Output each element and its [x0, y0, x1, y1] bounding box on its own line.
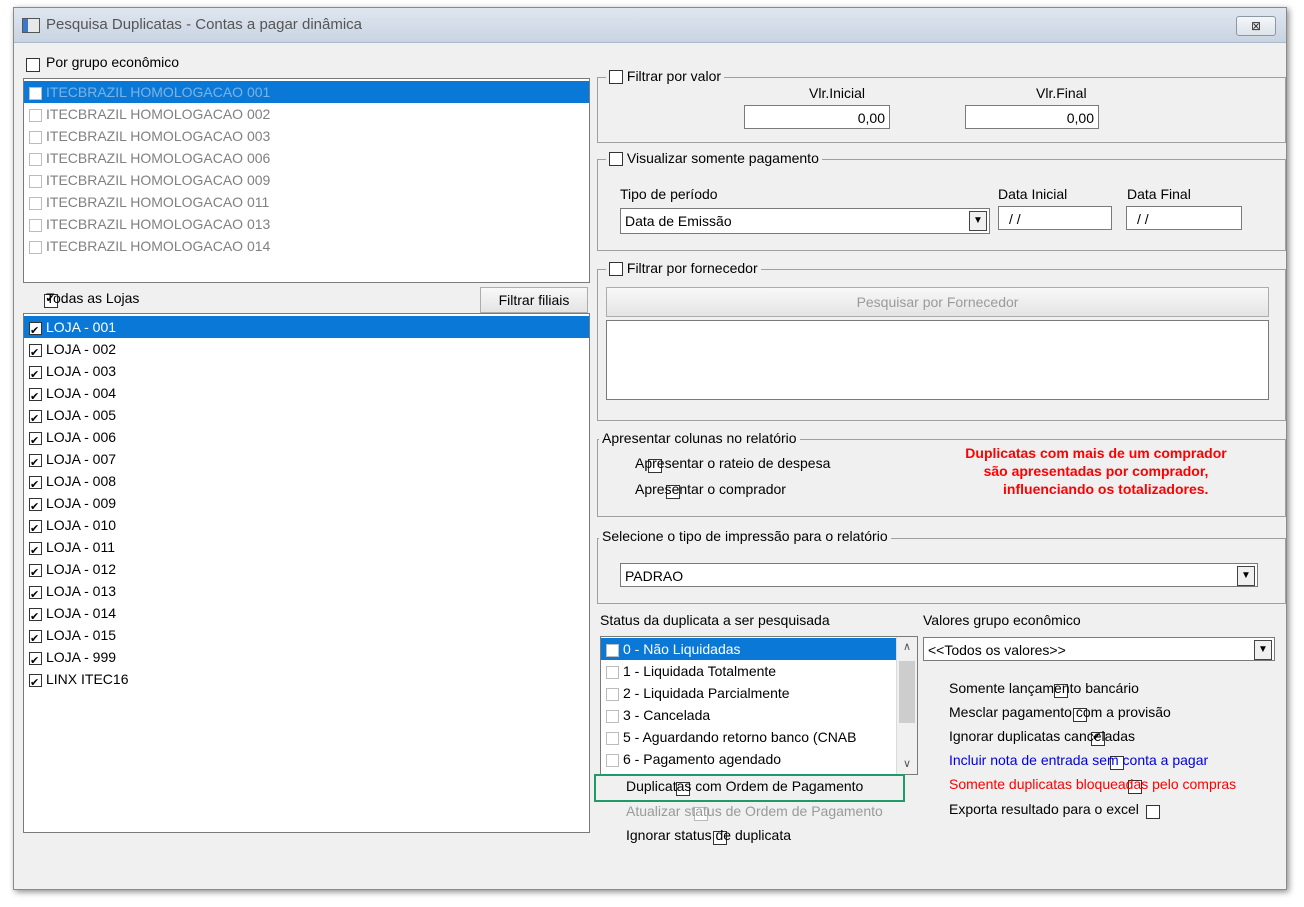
list-item[interactable]: LOJA - 011: [24, 536, 589, 562]
list-item[interactable]: LOJA - 013: [24, 580, 589, 606]
todas-lojas-label: Todas as Lojas: [46, 290, 140, 306]
scroll-down-icon[interactable]: ∨: [897, 754, 917, 774]
list-item[interactable]: 1 - Liquidada Totalmente: [601, 660, 896, 682]
data-final-input[interactable]: / /: [1126, 206, 1242, 230]
window-title: Pesquisa Duplicatas - Contas a pagar din…: [46, 16, 363, 33]
data-final-label: Data Final: [1127, 186, 1191, 202]
grupo-economico-checkbox[interactable]: [26, 58, 40, 72]
list-item[interactable]: 5 - Aguardando retorno banco (CNAB: [601, 726, 896, 748]
pagamento-legend: Visualizar somente pagamento: [606, 150, 822, 167]
list-item[interactable]: LOJA - 005: [24, 404, 589, 430]
lancamento-bancario-label: Somente lançamento bancário: [949, 680, 1139, 696]
list-item[interactable]: 2 - Liquidada Parcialmente: [601, 682, 896, 704]
list-item[interactable]: ITECBRAZIL HOMOLOGACAO 006: [24, 147, 589, 169]
status-list[interactable]: 0 - Não Liquidadas 1 - Liquidada Totalme…: [600, 636, 918, 775]
list-item[interactable]: ITECBRAZIL HOMOLOGACAO 002: [24, 103, 589, 125]
impressao-select[interactable]: PADRAO ▼: [620, 563, 1258, 587]
comprador-warning: Duplicatas com mais de um comprador são …: [965, 445, 1227, 497]
bloqueadas-compras-label: Somente duplicatas bloqueadas pelo compr…: [949, 776, 1237, 792]
list-item[interactable]: LOJA - 008: [24, 470, 589, 496]
ordem-pagamento-label: Duplicatas com Ordem de Pagamento: [626, 778, 864, 794]
list-item[interactable]: LOJA - 009: [24, 492, 589, 518]
ignorar-canceladas-label: Ignorar duplicatas canceladas: [949, 728, 1136, 744]
list-item[interactable]: LOJA - 002: [24, 338, 589, 364]
data-inicial-input[interactable]: / /: [998, 206, 1112, 230]
scroll-thumb[interactable]: [899, 661, 915, 723]
vlr-final-label: Vlr.Final: [1036, 85, 1087, 101]
list-item[interactable]: ITECBRAZIL HOMOLOGACAO 013: [24, 213, 589, 235]
list-item[interactable]: LINX ITEC16: [24, 668, 589, 694]
list-item[interactable]: ITECBRAZIL HOMOLOGACAO 003: [24, 125, 589, 147]
list-item[interactable]: LOJA - 012: [24, 558, 589, 584]
list-item[interactable]: LOJA - 004: [24, 382, 589, 408]
list-item[interactable]: LOJA - 007: [24, 448, 589, 474]
list-item[interactable]: ITECBRAZIL HOMOLOGACAO 001: [24, 81, 589, 103]
list-item[interactable]: LOJA - 014: [24, 602, 589, 628]
lojas-list[interactable]: LOJA - 001 LOJA - 002 LOJA - 003 LOJA - …: [23, 313, 590, 833]
exportar-excel-label: Exporta resultado para o excel: [949, 801, 1139, 817]
impressao-legend: Selecione o tipo de impressão para o rel…: [599, 528, 891, 544]
dropdown-arrow-icon[interactable]: ▼: [1254, 640, 1272, 660]
filtrar-valor-checkbox[interactable]: [609, 70, 623, 85]
filtrar-fornecedor-checkbox[interactable]: [609, 262, 623, 277]
fornecedor-list[interactable]: [606, 320, 1269, 400]
atualizar-status-label: Atualizar status de Ordem de Pagamento: [626, 803, 883, 819]
valores-grupo-select[interactable]: <<Todos os valores>> ▼: [923, 637, 1275, 661]
close-button[interactable]: ⊠: [1236, 16, 1276, 36]
list-item[interactable]: LOJA - 010: [24, 514, 589, 540]
apresentar-comprador-label: Apresentar o comprador: [635, 481, 786, 497]
main-window: Pesquisa Duplicatas - Contas a pagar din…: [13, 7, 1287, 890]
list-item[interactable]: ITECBRAZIL HOMOLOGACAO 011: [24, 191, 589, 213]
incluir-nota-label: Incluir nota de entrada sem conta a paga…: [949, 752, 1209, 768]
data-inicial-label: Data Inicial: [998, 186, 1068, 202]
filtrar-filiais-button[interactable]: Filtrar filiais: [480, 287, 588, 313]
list-item[interactable]: 0 - Não Liquidadas: [601, 638, 896, 660]
rateio-despesa-label: Apresentar o rateio de despesa: [635, 455, 831, 471]
exportar-excel-checkbox[interactable]: [1146, 805, 1161, 819]
list-item[interactable]: 3 - Cancelada: [601, 704, 896, 726]
list-item[interactable]: LOJA - 999: [24, 646, 589, 672]
title-bar: Pesquisa Duplicatas - Contas a pagar din…: [14, 8, 1286, 43]
list-item[interactable]: LOJA - 003: [24, 360, 589, 386]
list-item[interactable]: LOJA - 001: [24, 316, 589, 342]
valor-group: [597, 77, 1286, 143]
list-item[interactable]: ITECBRAZIL HOMOLOGACAO 009: [24, 169, 589, 191]
list-item[interactable]: LOJA - 015: [24, 624, 589, 650]
grupo-economico-label: Por grupo econômico: [46, 54, 180, 70]
vlr-final-input[interactable]: 0,00: [965, 105, 1099, 129]
visualizar-pagamento-checkbox[interactable]: [609, 152, 623, 167]
list-item[interactable]: 6 - Pagamento agendado: [601, 748, 896, 770]
tipo-periodo-select[interactable]: Data de Emissão ▼: [620, 208, 990, 234]
status-label: Status da duplicata a ser pesquisada: [600, 612, 830, 628]
list-item[interactable]: ITECBRAZIL HOMOLOGACAO 014: [24, 235, 589, 257]
scroll-up-icon[interactable]: ∧: [897, 637, 917, 657]
status-scrollbar[interactable]: ∧ ∨: [896, 637, 917, 774]
list-item[interactable]: LOJA - 006: [24, 426, 589, 452]
tipo-periodo-label: Tipo de período: [620, 186, 718, 202]
pesquisar-fornecedor-button[interactable]: Pesquisar por Fornecedor: [606, 287, 1269, 317]
colunas-legend: Apresentar colunas no relatório: [599, 430, 800, 446]
valor-legend: Filtrar por valor: [606, 68, 725, 85]
dropdown-arrow-icon[interactable]: ▼: [969, 211, 987, 231]
fornecedor-legend: Filtrar por fornecedor: [606, 260, 761, 277]
app-icon: [22, 18, 40, 33]
vlr-inicial-label: Vlr.Inicial: [809, 85, 866, 101]
ignorar-status-label: Ignorar status de duplicata: [626, 827, 791, 843]
grupo-economico-list[interactable]: ITECBRAZIL HOMOLOGACAO 001 ITECBRAZIL HO…: [23, 78, 590, 283]
vlr-inicial-input[interactable]: 0,00: [744, 105, 890, 129]
dropdown-arrow-icon[interactable]: ▼: [1237, 566, 1255, 586]
pagamento-group: [597, 159, 1286, 251]
mesclar-provisao-label: Mesclar pagamento com a provisão: [949, 704, 1171, 720]
valores-grupo-label: Valores grupo econômico: [923, 612, 1081, 628]
